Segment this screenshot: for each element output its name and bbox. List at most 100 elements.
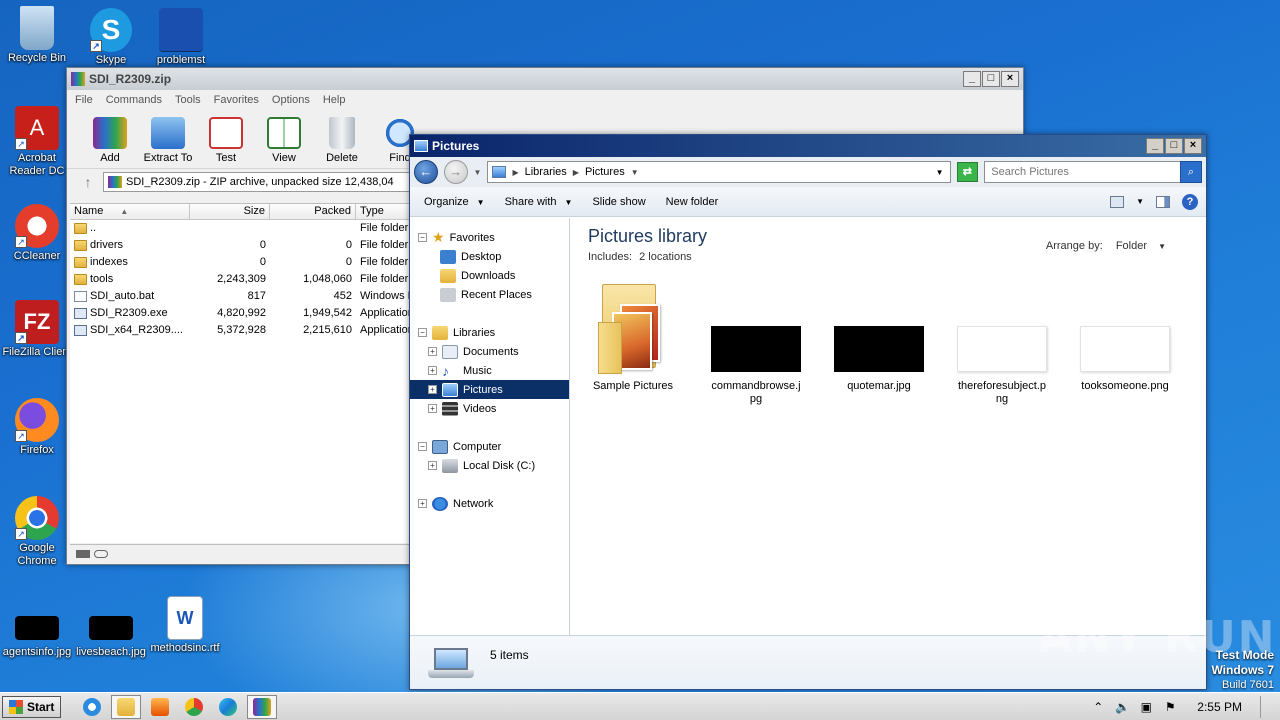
arrange-by[interactable]: Arrange by: Folder ▼	[1046, 240, 1166, 252]
clock[interactable]: 2:55 PM	[1197, 700, 1242, 714]
expand-icon[interactable]: +	[428, 385, 437, 394]
minimize-button[interactable]: _	[1146, 138, 1164, 154]
breadcrumb-dropdown-icon[interactable]: ▼	[631, 168, 639, 177]
menu-tools[interactable]: Tools	[175, 94, 201, 106]
breadcrumb-pictures[interactable]: Pictures	[585, 166, 625, 178]
nav-computer[interactable]: − Computer	[410, 437, 569, 456]
explorer-titlebar[interactable]: Pictures _ □ ×	[410, 135, 1206, 157]
methodsinc-desktop-icon[interactable]: W methodsinc.rtf	[148, 596, 222, 655]
table-row[interactable]: drivers 0 0 File folder	[70, 237, 410, 254]
recycle-bin-desktop-icon[interactable]: Recycle Bin	[0, 6, 74, 65]
explorer-window[interactable]: Pictures _ □ × ← → ▼ ▶ Libraries ▶ Pictu…	[409, 134, 1207, 690]
column-name[interactable]: Name ▲	[70, 204, 190, 219]
menu-help[interactable]: Help	[323, 94, 346, 106]
change-view-icon[interactable]	[1110, 195, 1125, 208]
filezilla-desktop-icon[interactable]: FZ ↗ FileZilla Client	[0, 300, 74, 359]
start-button[interactable]: Start	[2, 695, 62, 718]
volume-icon[interactable]: 🔈	[1115, 700, 1130, 714]
chevron-down-icon[interactable]: ▼	[1158, 242, 1166, 251]
taskbar-edge[interactable]	[213, 695, 243, 719]
view-button[interactable]: View	[255, 117, 313, 168]
acrobat-desktop-icon[interactable]: A ↗ Acrobat Reader DC	[0, 106, 74, 178]
close-button[interactable]: ×	[1184, 138, 1202, 154]
taskbar-chrome[interactable]	[179, 695, 209, 719]
taskbar-explorer[interactable]	[111, 694, 142, 719]
menu-file[interactable]: File	[75, 94, 93, 106]
search-box[interactable]: ⌕	[984, 161, 1202, 183]
firefox-desktop-icon[interactable]: ↗ Firefox	[0, 398, 74, 457]
menu-favorites[interactable]: Favorites	[214, 94, 259, 106]
column-packed[interactable]: Packed	[270, 204, 356, 219]
item-thereforesubject[interactable]: thereforesubject.png	[957, 282, 1047, 406]
close-button[interactable]: ×	[1001, 71, 1019, 87]
taskbar-media-player[interactable]	[145, 695, 175, 719]
nav-desktop[interactable]: Desktop	[410, 247, 569, 266]
arrange-by-dropdown[interactable]: Folder	[1116, 240, 1147, 252]
expand-icon[interactable]: +	[428, 366, 437, 375]
share-with-button[interactable]: Share with ▼	[505, 196, 573, 208]
table-row[interactable]: SDI_x64_R2309.... 5,372,928 2,215,610 Appli…	[70, 322, 410, 339]
view-options-chevron-icon[interactable]: ▼	[1136, 197, 1144, 206]
ccleaner-desktop-icon[interactable]: ↗ CCleaner	[0, 204, 74, 263]
forward-button[interactable]: →	[443, 160, 468, 184]
breadcrumb-libraries[interactable]: Libraries	[525, 166, 567, 178]
table-row[interactable]: tools 2,243,309 1,048,060 File folder	[70, 271, 410, 288]
expand-icon[interactable]: +	[428, 404, 437, 413]
nav-pictures[interactable]: + Pictures	[410, 380, 569, 399]
agentsinfo-desktop-icon[interactable]: agentsinfo.jpg	[0, 616, 74, 659]
column-type[interactable]: Type	[356, 204, 410, 219]
nav-downloads[interactable]: Downloads	[410, 266, 569, 285]
extract-to-button[interactable]: Extract To	[139, 117, 197, 168]
winrar-titlebar[interactable]: SDI_R2309.zip _ □ ×	[67, 68, 1023, 90]
expand-icon[interactable]: +	[428, 461, 437, 470]
table-row[interactable]: indexes 0 0 File folder	[70, 254, 410, 271]
show-desktop-button[interactable]	[1260, 695, 1270, 718]
item-sample-pictures[interactable]: Sample Pictures	[588, 282, 678, 406]
file-list[interactable]: Name ▲ Size Packed Type .. File folder dri…	[70, 203, 410, 543]
collapse-icon[interactable]: −	[418, 328, 427, 337]
action-center-flag-icon[interactable]: ⚑	[1163, 700, 1177, 714]
network-icon[interactable]: ▣	[1139, 700, 1153, 714]
table-row[interactable]: SDI_R2309.exe 4,820,992 1,949,542 Applicati…	[70, 305, 410, 322]
organize-button[interactable]: Organize ▼	[424, 196, 485, 208]
refresh-button[interactable]: ⇄	[956, 162, 979, 182]
search-input[interactable]	[991, 166, 1172, 178]
help-icon[interactable]: ?	[1182, 193, 1198, 210]
new-folder-button[interactable]: New folder	[666, 196, 719, 208]
taskbar-winrar[interactable]	[247, 694, 278, 719]
nav-local-disk[interactable]: + Local Disk (C:)	[410, 456, 569, 475]
item-tooksomeone[interactable]: tooksomeone.png	[1080, 282, 1170, 406]
preview-pane-icon[interactable]	[1156, 195, 1170, 208]
up-arrow-icon[interactable]: ↑	[79, 174, 97, 190]
expand-icon[interactable]: +	[418, 499, 427, 508]
table-row[interactable]: SDI_auto.bat 817 452 Windows E	[70, 288, 410, 305]
content-pane[interactable]: Pictures library Includes: 2 locations A…	[570, 218, 1206, 636]
nav-libraries[interactable]: − Libraries	[410, 323, 569, 342]
library-includes[interactable]: Includes: 2 locations	[588, 251, 1206, 263]
slide-show-button[interactable]: Slide show	[592, 196, 645, 208]
nav-recent-places[interactable]: Recent Places	[410, 285, 569, 304]
nav-favorites[interactable]: − ★ Favorites	[410, 228, 569, 247]
nav-videos[interactable]: + Videos	[410, 399, 569, 418]
chrome-desktop-icon[interactable]: ↗ Google Chrome	[0, 496, 74, 568]
back-button[interactable]: ←	[414, 160, 438, 184]
maximize-button[interactable]: □	[1165, 138, 1183, 154]
collapse-icon[interactable]: −	[418, 233, 427, 242]
test-button[interactable]: Test	[197, 117, 255, 168]
breadcrumb-separator-icon[interactable]: ▶	[573, 168, 579, 177]
add-button[interactable]: Add	[81, 117, 139, 168]
minimize-button[interactable]: _	[963, 71, 981, 87]
item-commandbrowse[interactable]: commandbrowse.jpg	[711, 282, 801, 406]
show-hidden-icons-icon[interactable]: ⌃	[1091, 700, 1105, 714]
maximize-button[interactable]: □	[982, 71, 1000, 87]
recent-pages-chevron-icon[interactable]: ▼	[474, 168, 482, 177]
nav-documents[interactable]: + Documents	[410, 342, 569, 361]
column-size[interactable]: Size	[190, 204, 270, 219]
livesbeach-desktop-icon[interactable]: livesbeach.jpg	[74, 616, 148, 659]
menu-commands[interactable]: Commands	[106, 94, 162, 106]
taskbar-ie[interactable]	[77, 695, 107, 719]
nav-network[interactable]: + Network	[410, 494, 569, 513]
menu-options[interactable]: Options	[272, 94, 310, 106]
skype-desktop-icon[interactable]: S ↗ Skype	[74, 8, 148, 67]
navigation-pane[interactable]: − ★ Favorites Desktop Downloads Recent P…	[410, 218, 570, 636]
